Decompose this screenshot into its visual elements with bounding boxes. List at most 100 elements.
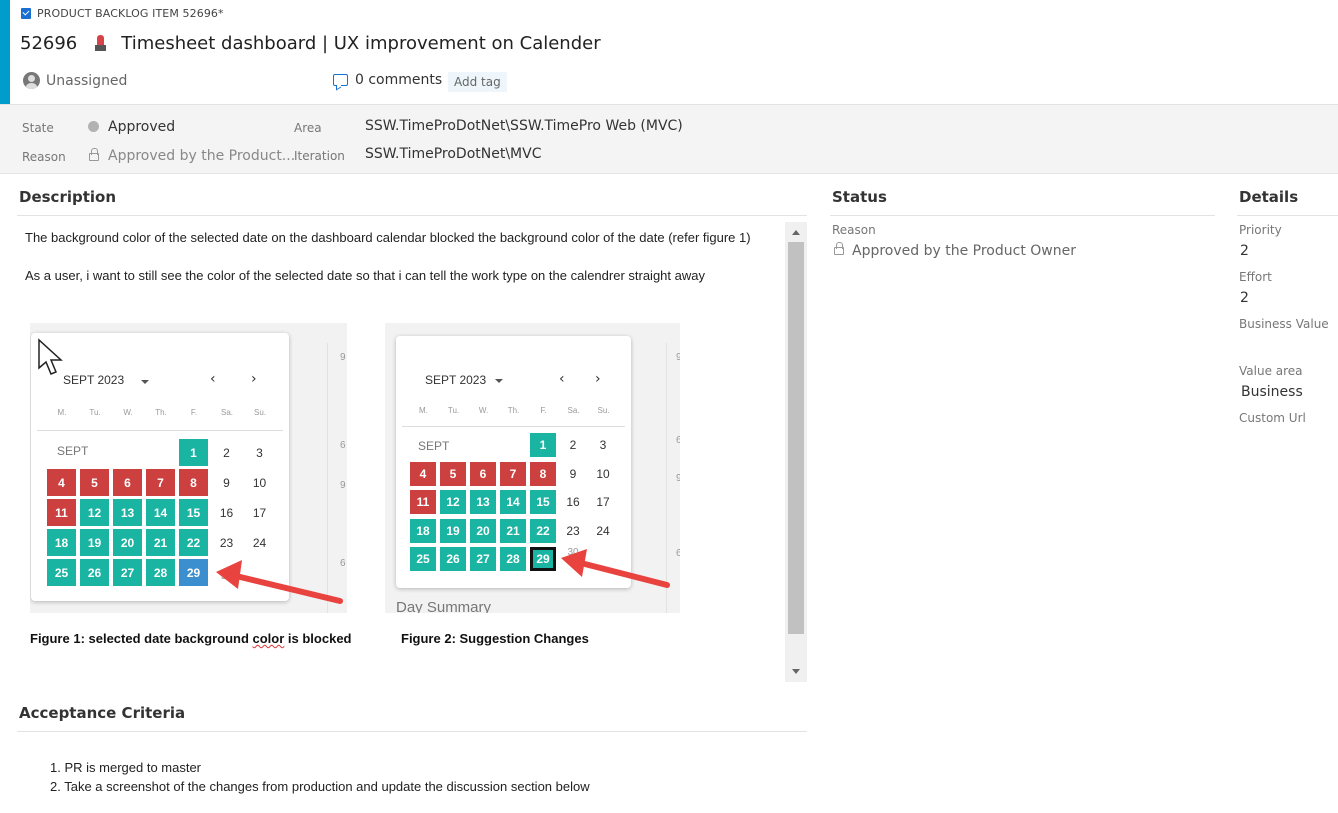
comments-link[interactable]: 0 comments bbox=[333, 72, 442, 88]
calendar-day[interactable]: 6 bbox=[113, 469, 142, 496]
area-label: Area bbox=[294, 121, 322, 135]
calendar-day[interactable]: 20 bbox=[470, 518, 496, 543]
calendar-day[interactable]: 24 bbox=[590, 519, 616, 543]
calendar-day[interactable]: 28 bbox=[500, 547, 526, 571]
calendar-day[interactable]: 4 bbox=[47, 469, 76, 496]
calendar-day[interactable]: 18 bbox=[47, 529, 76, 556]
calendar-day[interactable]: 18 bbox=[410, 518, 436, 543]
chevron-right-icon: › bbox=[595, 371, 601, 387]
calendar-day[interactable]: 15 bbox=[179, 499, 208, 526]
chevron-right-icon: › bbox=[251, 371, 257, 387]
calendar-day[interactable]: 14 bbox=[146, 499, 175, 526]
chevron-down-icon bbox=[141, 380, 149, 384]
calendar-day[interactable]: 10 bbox=[590, 462, 616, 486]
calendar-day[interactable]: 13 bbox=[113, 499, 142, 526]
calendar-day[interactable]: 8 bbox=[179, 469, 208, 496]
work-item-type-label: PRODUCT BACKLOG ITEM 52696* bbox=[37, 7, 224, 20]
calendar-day[interactable]: 25 bbox=[410, 547, 436, 571]
calendar-day[interactable]: 27 bbox=[470, 547, 496, 571]
add-tag-button[interactable]: Add tag bbox=[448, 72, 507, 92]
calendar-day[interactable]: 12 bbox=[80, 499, 109, 526]
calendar-day[interactable]: 12 bbox=[440, 490, 466, 514]
calendar-day[interactable]: 9 bbox=[560, 462, 586, 486]
details-heading: Details bbox=[1239, 188, 1299, 206]
calendar-day[interactable]: 7 bbox=[146, 469, 175, 496]
calendar-day[interactable]: 9 bbox=[212, 469, 241, 496]
calendar-day[interactable]: 1 bbox=[179, 439, 208, 466]
chevron-down-icon bbox=[495, 379, 503, 383]
day-of-week-label: Sa. bbox=[567, 406, 580, 415]
work-item-fields-bar: State Approved Reason Approved by the Pr… bbox=[0, 104, 1338, 174]
calendar-day[interactable]: 28 bbox=[146, 559, 175, 586]
calendar-day[interactable]: 26 bbox=[440, 547, 466, 571]
description-scrollbar[interactable] bbox=[785, 222, 807, 682]
timeline-hour: 9 bbox=[676, 352, 680, 363]
reason-label: Reason bbox=[22, 150, 66, 164]
calendar-day[interactable]: 15 bbox=[530, 490, 556, 514]
calendar-day[interactable]: 23 bbox=[560, 519, 586, 543]
work-item-title[interactable]: Timesheet dashboard | UX improvement on … bbox=[121, 33, 600, 54]
calendar-day[interactable]: 8 bbox=[530, 461, 556, 486]
priority-field[interactable]: 2 bbox=[1240, 243, 1249, 259]
effort-field[interactable]: 2 bbox=[1240, 290, 1249, 306]
calendar-day[interactable]: 2 bbox=[560, 433, 586, 457]
lipstick-icon bbox=[95, 34, 107, 53]
calendar-day[interactable]: 16 bbox=[212, 499, 241, 526]
description-heading: Description bbox=[19, 188, 117, 206]
calendar-day[interactable]: 3 bbox=[590, 433, 616, 457]
calendar-day[interactable]: 21 bbox=[500, 518, 526, 543]
calendar-day[interactable]: 16 bbox=[560, 490, 586, 514]
calendar-day[interactable]: 11 bbox=[410, 490, 436, 514]
status-divider bbox=[830, 215, 1215, 216]
scroll-down-arrow-icon[interactable] bbox=[792, 669, 800, 674]
calendar-day[interactable]: 1 bbox=[530, 433, 556, 457]
calendar-day[interactable]: 21 bbox=[146, 529, 175, 556]
calendar-day[interactable]: 6 bbox=[470, 461, 496, 486]
state-dropdown[interactable]: Approved bbox=[108, 119, 175, 135]
status-heading: Status bbox=[832, 188, 887, 206]
calendar-day[interactable]: 24 bbox=[245, 529, 274, 556]
calendar-month: SEPT 2023 bbox=[63, 373, 125, 387]
calendar-day[interactable]: 11 bbox=[47, 499, 76, 526]
calendar-day[interactable]: 13 bbox=[470, 490, 496, 514]
calendar-day-selected[interactable]: 29 bbox=[179, 559, 208, 586]
chevron-left-icon: ‹ bbox=[559, 371, 565, 387]
calendar-day[interactable]: 23 bbox=[212, 529, 241, 556]
calendar-day[interactable]: 7 bbox=[500, 461, 526, 486]
calendar-day[interactable]: 10 bbox=[245, 469, 274, 496]
iteration-path-field[interactable]: SSW.TimeProDotNet\MVC bbox=[365, 146, 542, 162]
calendar-day[interactable]: 5 bbox=[440, 461, 466, 486]
calendar-day[interactable]: 4 bbox=[410, 461, 436, 486]
calendar-day[interactable]: 3 bbox=[245, 439, 274, 466]
calendar-day[interactable]: 25 bbox=[47, 559, 76, 586]
calendar-day[interactable]: 22 bbox=[530, 518, 556, 543]
area-path-field[interactable]: SSW.TimeProDotNet\SSW.TimePro Web (MVC) bbox=[365, 118, 683, 134]
calendar-day[interactable]: 17 bbox=[245, 499, 274, 526]
calendar-day[interactable]: 19 bbox=[440, 518, 466, 543]
custom-url-label: Custom Url bbox=[1239, 411, 1306, 425]
work-item-id: 52696 bbox=[20, 33, 78, 54]
calendar-day-selected[interactable]: 29 bbox=[530, 547, 556, 571]
calendar-day[interactable]: 2 bbox=[212, 439, 241, 466]
value-area-label: Value area bbox=[1239, 364, 1303, 378]
value-area-field[interactable]: Business bbox=[1241, 384, 1303, 400]
work-item-header: PRODUCT BACKLOG ITEM 52696* 52696 Timesh… bbox=[0, 0, 1338, 104]
calendar-day[interactable]: 19 bbox=[80, 529, 109, 556]
scrollbar-thumb[interactable] bbox=[788, 242, 804, 634]
assignee-picker[interactable]: Unassigned bbox=[23, 72, 127, 89]
acceptance-criteria-list[interactable]: 1. PR is merged to master 2. Take a scre… bbox=[50, 758, 590, 796]
red-arrow-icon bbox=[561, 549, 670, 588]
backlog-item-icon bbox=[21, 8, 31, 19]
day-of-week-label: M. bbox=[57, 408, 67, 417]
description-paragraph: As a user, i want to still see the color… bbox=[25, 268, 705, 283]
calendar-day[interactable]: 17 bbox=[590, 490, 616, 514]
calendar-day[interactable]: 22 bbox=[179, 529, 208, 556]
work-item-type: PRODUCT BACKLOG ITEM 52696* bbox=[21, 7, 224, 20]
lock-icon bbox=[89, 148, 99, 161]
calendar-day[interactable]: 5 bbox=[80, 469, 109, 496]
calendar-day[interactable]: 27 bbox=[113, 559, 142, 586]
calendar-day[interactable]: 20 bbox=[113, 529, 142, 556]
scroll-up-arrow-icon[interactable] bbox=[792, 230, 800, 235]
calendar-day[interactable]: 14 bbox=[500, 490, 526, 514]
calendar-day[interactable]: 26 bbox=[80, 559, 109, 586]
